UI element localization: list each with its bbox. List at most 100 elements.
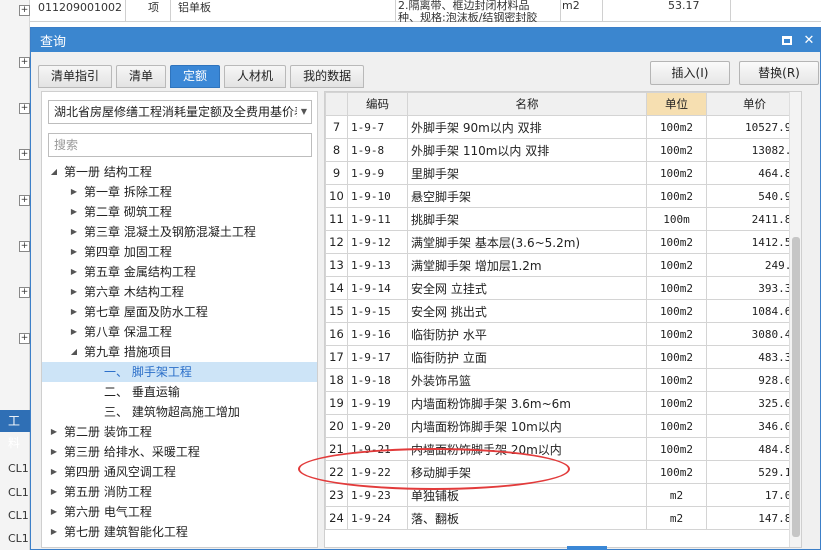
triangle-right-icon[interactable]: ▶ <box>68 182 80 202</box>
expand-icon[interactable]: + <box>19 333 30 344</box>
table-row[interactable]: 15 1-9-15 安全网 挑出式 100m2 1084.65 <box>325 299 801 323</box>
table-row[interactable]: 9 1-9-9 里脚手架 100m2 464.84 <box>325 161 801 185</box>
header-code[interactable]: 编码 <box>347 92 408 116</box>
header-unit[interactable]: 单位 <box>646 92 707 116</box>
code-cell: 1-9-8 <box>347 138 408 162</box>
table-row[interactable]: 23 1-9-23 单独铺板 m2 17.02 <box>325 483 801 507</box>
tree-item[interactable]: ▶ 第五册 消防工程 <box>42 482 317 502</box>
library-select[interactable]: 湖北省房屋修缮工程消耗量定额及全费用基价表 ▼ <box>48 100 312 124</box>
tree-item[interactable]: 三、 建筑物超高施工增加 <box>42 402 317 422</box>
expand-icon[interactable]: + <box>19 195 30 206</box>
triangle-right-icon[interactable]: ▶ <box>68 202 80 222</box>
tree-item[interactable]: ▶ 第六章 木结构工程 <box>42 282 317 302</box>
table-row[interactable]: 19 1-9-19 内墙面粉饰脚手架 3.6m~6m 100m2 325.05 <box>325 391 801 415</box>
row-number: 21 <box>325 437 348 461</box>
bg-code-cell: CL1 <box>8 532 29 545</box>
triangle-right-icon[interactable]: ▶ <box>48 462 60 482</box>
table-row[interactable]: 8 1-9-8 外脚手架 110m以内 双排 100m2 13082.4 <box>325 138 801 162</box>
tree-item[interactable]: ▶ 第五章 金属结构工程 <box>42 262 317 282</box>
expand-icon[interactable]: + <box>19 149 30 160</box>
expand-icon[interactable]: + <box>19 103 30 114</box>
row-number: 17 <box>325 345 348 369</box>
tree-item[interactable]: ▶ 第六册 电气工程 <box>42 502 317 522</box>
table-row[interactable]: 14 1-9-14 安全网 立挂式 100m2 393.33 <box>325 276 801 300</box>
vertical-scrollbar[interactable] <box>789 92 801 547</box>
expand-icon[interactable]: + <box>19 5 30 16</box>
bg-name: 铝单板 <box>178 2 211 14</box>
triangle-right-icon[interactable]: ▶ <box>48 482 60 502</box>
tree-item[interactable]: ▶ 第二册 装饰工程 <box>42 422 317 442</box>
price-cell: 483.36 <box>706 345 801 369</box>
price-cell: 325.05 <box>706 391 801 415</box>
triangle-right-icon[interactable]: ▶ <box>68 322 80 342</box>
tab-quota[interactable]: 定额 <box>170 65 221 88</box>
header-price[interactable]: 单价 <box>706 92 801 116</box>
table-row[interactable]: 16 1-9-16 临街防护 水平 100m2 3080.44 <box>325 322 801 346</box>
name-cell: 挑脚手架 <box>407 207 647 231</box>
dialog-titlebar[interactable]: 查询 ✕ <box>31 28 820 52</box>
tree-item[interactable]: ▶ 第三章 混凝土及钢筋混凝土工程 <box>42 222 317 242</box>
triangle-down-icon[interactable]: ◢ <box>48 162 60 182</box>
row-number: 8 <box>325 138 348 162</box>
triangle-right-icon[interactable]: ▶ <box>68 302 80 322</box>
tree-item[interactable]: ▶ 第二章 砌筑工程 <box>42 202 317 222</box>
price-cell: 540.99 <box>706 184 801 208</box>
triangle-right-icon[interactable]: ▶ <box>68 262 80 282</box>
tree-item[interactable]: ▶ 第七章 屋面及防水工程 <box>42 302 317 322</box>
table-row[interactable]: 10 1-9-10 悬空脚手架 100m2 540.99 <box>325 184 801 208</box>
search-input[interactable]: 搜索 <box>48 133 312 157</box>
tree-item-label: 第四册 通风空调工程 <box>64 465 176 479</box>
triangle-right-icon[interactable]: ▶ <box>48 502 60 522</box>
close-icon[interactable]: ✕ <box>798 29 820 51</box>
tree-item[interactable]: ◢ 第九章 措施项目 <box>42 342 317 362</box>
tree-item[interactable]: ▶ 第三册 给排水、采暖工程 <box>42 442 317 462</box>
tab-my-data[interactable]: 我的数据 <box>290 65 365 88</box>
expand-icon[interactable]: + <box>19 287 30 298</box>
header-name[interactable]: 名称 <box>407 92 647 116</box>
tree-item[interactable]: ▶ 第四册 通风空调工程 <box>42 462 317 482</box>
triangle-right-icon[interactable]: ▶ <box>48 442 60 462</box>
resize-handle[interactable] <box>567 546 607 550</box>
triangle-right-icon[interactable]: ▶ <box>48 422 60 442</box>
tree-item[interactable]: ▶ 第八章 保温工程 <box>42 322 317 342</box>
tree-item[interactable]: ◢ 第一册 结构工程 <box>42 162 317 182</box>
table-row[interactable]: 20 1-9-20 内墙面粉饰脚手架 10m以内 100m2 346.07 <box>325 414 801 438</box>
table-row[interactable]: 17 1-9-17 临街防护 立面 100m2 483.36 <box>325 345 801 369</box>
table-row[interactable]: 24 1-9-24 落、翻板 m2 147.88 <box>325 506 801 530</box>
code-cell: 1-9-10 <box>347 184 408 208</box>
query-dialog: 查询 ✕ 清单指引 清单 定额 人材机 我的数据 插入(I) 替换(R) 湖北省… <box>30 27 821 550</box>
replace-button[interactable]: 替换(R) <box>739 61 819 85</box>
maximize-icon[interactable] <box>776 29 798 51</box>
chevron-down-icon[interactable]: ▼ <box>297 101 311 123</box>
triangle-right-icon[interactable]: ▶ <box>48 522 60 542</box>
triangle-right-icon[interactable]: ▶ <box>68 222 80 242</box>
name-cell: 悬空脚手架 <box>407 184 647 208</box>
table-row[interactable]: 11 1-9-11 挑脚手架 100m 2411.82 <box>325 207 801 231</box>
tab-list[interactable]: 清单 <box>116 65 167 88</box>
tree-item[interactable]: ▶ 第一章 拆除工程 <box>42 182 317 202</box>
triangle-right-icon[interactable]: ▶ <box>68 282 80 302</box>
tab-labor-material-machine[interactable]: 人材机 <box>224 65 287 88</box>
scrollbar-thumb[interactable] <box>792 237 800 537</box>
tree-item[interactable]: ▶ 第四章 加固工程 <box>42 242 317 262</box>
tree-item[interactable]: 二、 垂直运输 <box>42 382 317 402</box>
row-number: 9 <box>325 161 348 185</box>
table-row[interactable]: 7 1-9-7 外脚手架 90m以内 双排 100m2 10527.94 <box>325 115 801 139</box>
row-number: 23 <box>325 483 348 507</box>
tree-item[interactable]: ▶ 第七册 建筑智能化工程 <box>42 522 317 542</box>
expand-icon[interactable]: + <box>19 241 30 252</box>
triangle-right-icon[interactable]: ▶ <box>68 242 80 262</box>
tree-item[interactable]: 一、 脚手架工程 <box>42 362 317 382</box>
tab-list-guide[interactable]: 清单指引 <box>38 65 113 88</box>
price-cell: 147.88 <box>706 506 801 530</box>
table-row[interactable]: 18 1-9-18 外装饰吊篮 100m2 928.08 <box>325 368 801 392</box>
table-row[interactable]: 21 1-9-21 内墙面粉饰脚手架 20m以内 100m2 484.81 <box>325 437 801 461</box>
insert-button[interactable]: 插入(I) <box>650 61 730 85</box>
bg-side-tab[interactable]: 工料 <box>0 410 30 450</box>
table-row[interactable]: 12 1-9-12 满堂脚手架 基本层(3.6~5.2m) 100m2 1412.56 <box>325 230 801 254</box>
table-row[interactable]: 22 1-9-22 移动脚手架 100m2 529.16 <box>325 460 801 484</box>
table-row[interactable]: 13 1-9-13 满堂脚手架 增加层1.2m 100m2 249.9 <box>325 253 801 277</box>
expand-icon[interactable]: + <box>19 57 30 68</box>
triangle-down-icon[interactable]: ◢ <box>68 342 80 362</box>
category-tree: ◢ 第一册 结构工程 ▶ 第一章 拆除工程 ▶ 第二章 砌筑工程 ▶ 第三章 混凝土及钢筋混凝… <box>42 162 317 542</box>
